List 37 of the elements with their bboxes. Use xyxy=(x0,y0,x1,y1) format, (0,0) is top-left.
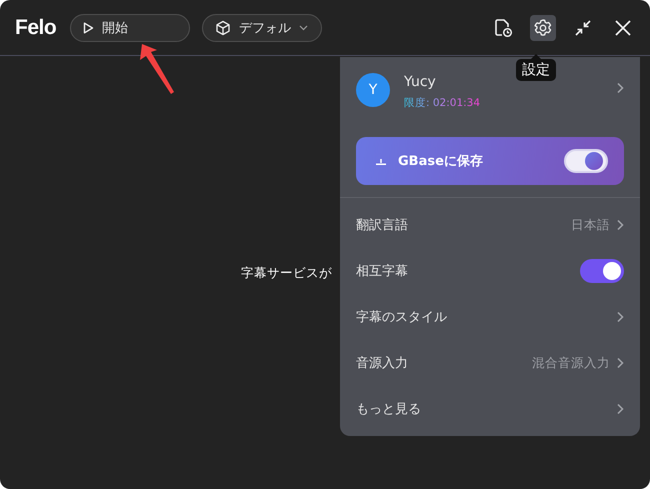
start-button[interactable]: 開始 xyxy=(70,14,190,42)
settings-button[interactable] xyxy=(530,14,556,40)
user-name: Yucy xyxy=(404,74,437,90)
upload-icon xyxy=(376,158,386,164)
setting-label: 音源入力 xyxy=(356,355,409,372)
setting-label: 翻訳言語 xyxy=(356,217,409,234)
chevron-icon xyxy=(616,357,624,369)
caret-icon xyxy=(299,24,308,30)
setting-label: 字幕のスタイル xyxy=(356,309,448,326)
settings-row[interactable]: もっと見る xyxy=(340,386,640,432)
settings-row[interactable]: 翻訳言語 日本語 xyxy=(340,202,640,248)
chevron-icon xyxy=(616,311,624,323)
setting-label: もっと見る xyxy=(356,401,422,418)
chevron-icon xyxy=(616,82,624,94)
toggle-switch[interactable] xyxy=(580,259,624,283)
setting-value: 混合音源入力 xyxy=(532,354,610,372)
user-avatar: Y xyxy=(356,73,390,107)
close-icon xyxy=(614,18,632,36)
status-message: 字幕サービスが xyxy=(241,265,332,282)
setting-value: 日本語 xyxy=(571,216,610,234)
settings-icon xyxy=(533,18,553,38)
toggle-switch[interactable] xyxy=(564,149,608,173)
model-dropdown[interactable]: デフォル xyxy=(202,14,322,42)
chevron-icon xyxy=(616,219,624,231)
settings-row[interactable]: 字幕のスタイル xyxy=(340,294,640,340)
settings-row[interactable]: 相互字幕 xyxy=(340,248,640,294)
tooltip: 設定 xyxy=(516,54,556,81)
settings-row[interactable]: 音源入力 混合音源入力 xyxy=(340,340,640,386)
play-icon xyxy=(83,22,94,34)
app-logo: Felo xyxy=(15,16,56,40)
quota-label: 限度: 02:01:34 xyxy=(404,96,480,110)
chevron-icon xyxy=(616,403,624,415)
cube-icon xyxy=(215,20,232,36)
setting-label: 相互字幕 xyxy=(356,263,409,280)
save-label: GBaseに保存 xyxy=(398,153,484,170)
file-clock-icon xyxy=(493,18,513,38)
collapse-icon xyxy=(574,18,592,36)
